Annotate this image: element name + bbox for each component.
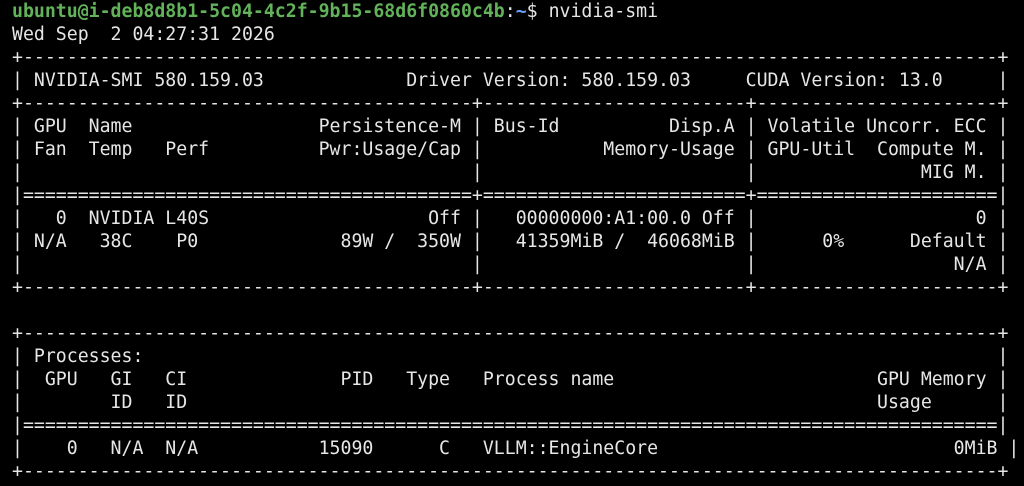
output-line-gpu-row-2: | N/A 38C P0 89W / 350W | 41359MiB / 460… xyxy=(12,231,1009,252)
output-line-table-top-border: +---------------------------------------… xyxy=(12,47,1009,68)
output-line-version-info: | NVIDIA-SMI 580.159.03 Driver Version: … xyxy=(12,70,1009,91)
output-line-processes-header-2: | ID ID Usage | xyxy=(12,392,1009,413)
terminal-window[interactable]: ubuntu@i-deb8d8b1-5c04-4c2f-9b15-68d6f08… xyxy=(0,0,1024,486)
prompt-path: ~ xyxy=(515,1,527,22)
output-line-header-row-2: | Fan Temp Perf Pwr:Usage/Cap | Memory-U… xyxy=(12,139,1009,160)
command-prompt-line: ubuntu@i-deb8d8b1-5c04-4c2f-9b15-68d6f08… xyxy=(12,0,1024,23)
output-line-header-border: +---------------------------------------… xyxy=(12,93,1009,114)
output-line-header-row-3: | | | MIG M. | xyxy=(12,162,1009,183)
output-line-processes-bottom-border: +---------------------------------------… xyxy=(12,461,1009,482)
output-line-processes-separator: |=======================================… xyxy=(12,415,1009,436)
output-line-processes-title: | Processes: | xyxy=(12,346,1009,367)
prompt-symbol: $ xyxy=(526,1,549,22)
prompt-user-host: ubuntu@i-deb8d8b1-5c04-4c2f-9b15-68d6f08… xyxy=(12,1,505,22)
output-line-blank xyxy=(12,299,1024,322)
output-line-processes-top-border: +---------------------------------------… xyxy=(12,323,1009,344)
prompt-separator: : xyxy=(504,1,516,22)
output-line-header-separator: |=======================================… xyxy=(12,185,1009,206)
output-line-process-row: | 0 N/A N/A 15090 C VLLM::EngineCore 0Mi… xyxy=(12,438,1020,459)
output-line-header-row-1: | GPU Name Persistence-M | Bus-Id Disp.A… xyxy=(12,116,1009,137)
output-line-gpu-row-1: | 0 NVIDIA L40S Off | 00000000:A1:00.0 O… xyxy=(12,208,1009,229)
command-text: nvidia-smi xyxy=(548,1,659,22)
output-line-processes-header-1: | GPU GI CI PID Type Process name GPU Me… xyxy=(12,369,1009,390)
output-line-date: Wed Sep 2 04:27:31 2026 xyxy=(12,24,275,45)
output-line-gpu-bottom-border: +---------------------------------------… xyxy=(12,277,1009,298)
output-line-gpu-row-3: | | | N/A | xyxy=(12,254,1009,275)
